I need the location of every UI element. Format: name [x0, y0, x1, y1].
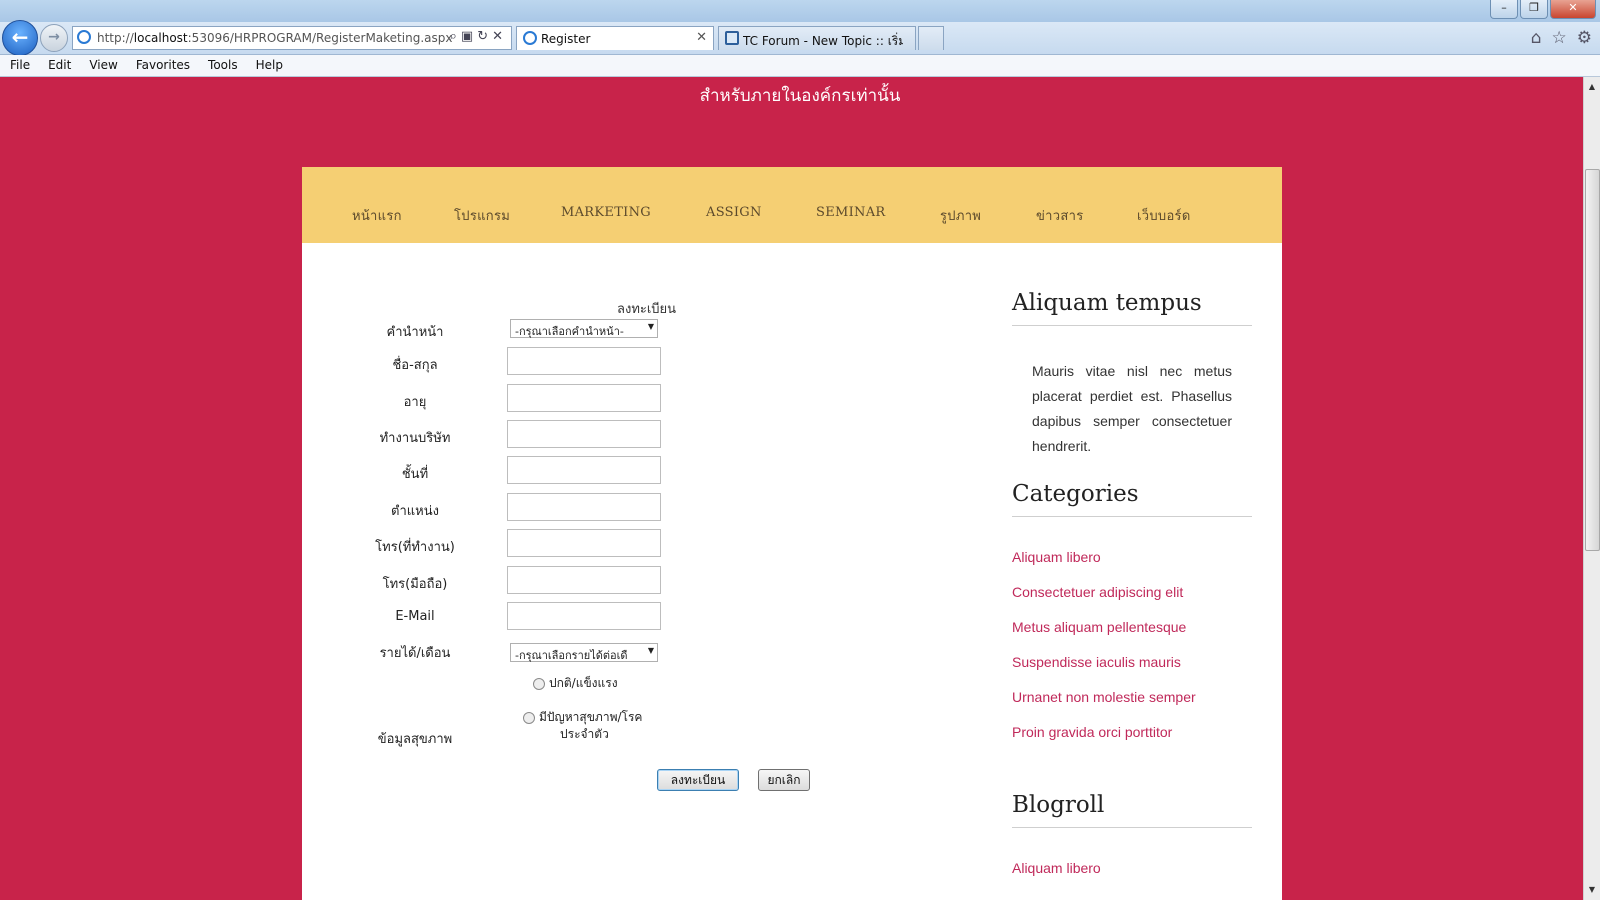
phone-mobile-label: โทร(มือถือ) [382, 577, 448, 592]
health-option-normal-label: ปกติ/แข็งแรง [549, 676, 618, 690]
floor-label: ชั้นที่ [401, 467, 429, 482]
web-page: สำหรับภายในองค์กรเท่านั้น หน้าแรก โปรแกร… [0, 77, 1584, 900]
menu-bar: File Edit View Favorites Tools Help [0, 55, 1600, 77]
scroll-up-arrow-icon[interactable]: ▲ [1584, 79, 1600, 95]
gear-icon[interactable]: ⚙ [1577, 28, 1592, 48]
restore-button[interactable]: ❐ [1520, 0, 1548, 19]
fullname-label: ชื่อ-สกุล [392, 358, 438, 373]
new-tab-button[interactable] [918, 26, 944, 50]
site-nav: หน้าแรก โปรแกรม MARKETING ASSIGN SEMINAR… [302, 167, 1282, 243]
radio-issue[interactable] [523, 711, 535, 724]
nav-seminar[interactable]: SEMINAR [816, 205, 886, 220]
category-link[interactable]: Proin gravida orci porttitor [1012, 724, 1172, 740]
page-slogan: สำหรับภายในองค์กรเท่านั้น [699, 86, 901, 106]
url-host: localhost [133, 31, 188, 45]
category-link[interactable]: Aliquam libero [1012, 549, 1101, 565]
search-icon[interactable]: ⌕ [450, 29, 461, 44]
blogroll-link[interactable]: Aliquam libero [1012, 860, 1101, 876]
nav-assign[interactable]: ASSIGN [706, 205, 762, 220]
position-label: ตำแหน่ง [391, 504, 439, 519]
nav-program[interactable]: โปรแกรม [454, 205, 510, 226]
scroll-down-arrow-icon[interactable]: ▼ [1584, 882, 1600, 898]
window-controls: – ❐ ✕ [1490, 0, 1596, 19]
menu-edit[interactable]: Edit [38, 55, 79, 72]
health-option-issue-label: มีปัญหาสุขภาพ/โรค [539, 710, 643, 724]
health-option-issue-line2: ประจำตัว [560, 727, 609, 741]
health-label: ข้อมูลสุขภาพ [377, 732, 453, 747]
health-option-normal[interactable]: ปกติ/แข็งแรง [533, 674, 618, 693]
menu-help[interactable]: Help [246, 55, 291, 72]
url-path: :53096/HRPROGRAM/RegisterMaketing.aspx [187, 31, 453, 45]
form-title: ลงทะเบียน [617, 302, 677, 317]
prefix-label: คำนำหน้า [386, 325, 444, 340]
tab-label: TC Forum - New Topic :: เริ่มก... [743, 34, 903, 48]
stop-icon[interactable]: ✕ [492, 29, 507, 44]
favorites-star-icon[interactable]: ☆ [1552, 28, 1567, 48]
address-tools: ⌕▣↻✕ [450, 29, 507, 44]
floor-field[interactable] [507, 456, 661, 484]
content-wrapper: หน้าแรก โปรแกรม MARKETING ASSIGN SEMINAR… [302, 167, 1282, 900]
age-field[interactable] [507, 384, 661, 412]
company-label: ทำงานบริษัท [379, 431, 451, 446]
nav-webboard[interactable]: เว็บบอร์ด [1137, 205, 1191, 226]
address-url: http://localhost:53096/HRPROGRAM/Registe… [97, 31, 452, 45]
income-label: รายได้/เดือน [379, 646, 451, 661]
close-tab-icon[interactable]: ✕ [696, 30, 707, 45]
nav-photos[interactable]: รูปภาพ [940, 205, 981, 226]
nav-home[interactable]: หน้าแรก [352, 205, 402, 226]
position-field[interactable] [507, 493, 661, 521]
refresh-icon[interactable]: ↻ [477, 29, 492, 44]
radio-normal[interactable] [533, 677, 545, 690]
scroll-thumb[interactable] [1585, 169, 1600, 551]
sidebar-heading-categories: Categories [1012, 481, 1252, 517]
menu-file[interactable]: File [0, 55, 38, 72]
category-link[interactable]: Metus aliquam pellentesque [1012, 619, 1186, 635]
url-protocol: http:// [97, 31, 134, 45]
fullname-field[interactable] [507, 347, 661, 375]
ie-tab-icon [523, 31, 537, 45]
chevron-down-icon: ▼ [647, 646, 654, 655]
cancel-button[interactable]: ยกเลิก [758, 769, 810, 791]
register-button[interactable]: ลงทะเบียน [657, 769, 739, 791]
tab-forum[interactable]: TC Forum - New Topic :: เริ่มก... [718, 26, 916, 50]
category-link[interactable]: Consectetuer adipiscing elit [1012, 584, 1183, 600]
chevron-down-icon: ▼ [647, 322, 654, 331]
back-button[interactable]: ← [2, 20, 38, 56]
menu-favorites[interactable]: Favorites [126, 55, 198, 72]
vertical-scrollbar[interactable]: ▲ ▼ [1583, 77, 1600, 900]
window-titlebar: – ❐ ✕ [0, 0, 1600, 22]
menu-view[interactable]: View [79, 55, 125, 72]
nav-news[interactable]: ข่าวสาร [1036, 205, 1084, 226]
prefix-select-value: -กรุณาเลือกคำนำหน้า- [515, 325, 624, 338]
browser-right-icons: ⌂ ☆ ⚙ [1531, 28, 1592, 48]
address-bar[interactable]: http://localhost:53096/HRPROGRAM/Registe… [72, 26, 512, 50]
phone-work-field[interactable] [507, 529, 661, 557]
phone-mobile-field[interactable] [507, 566, 661, 594]
company-field[interactable] [507, 420, 661, 448]
close-window-button[interactable]: ✕ [1550, 0, 1596, 19]
menu-tools[interactable]: Tools [198, 55, 246, 72]
age-label: อายุ [403, 395, 427, 410]
category-link[interactable]: Suspendisse iaculis mauris [1012, 654, 1181, 670]
income-select[interactable]: -กรุณาเลือกรายได้ต่อเดื ▼ [510, 643, 658, 662]
tab-register[interactable]: Register ✕ [516, 26, 714, 50]
sidebar-heading-blogroll: Blogroll [1012, 792, 1252, 828]
home-icon[interactable]: ⌂ [1531, 28, 1542, 48]
sidebar-heading-aliquam: Aliquam tempus [1012, 290, 1252, 326]
email-field[interactable] [507, 602, 661, 630]
tab-label: Register [541, 32, 591, 46]
prefix-select[interactable]: -กรุณาเลือกคำนำหน้า- ▼ [510, 319, 658, 338]
sidebar-paragraph: Mauris vitae nisl nec metus placerat per… [1032, 363, 1232, 454]
forward-button[interactable]: → [40, 24, 68, 52]
category-link[interactable]: Urnanet non molestie semper [1012, 689, 1196, 705]
minimize-button[interactable]: – [1490, 0, 1518, 19]
ie-page-icon [77, 30, 91, 44]
income-select-value: -กรุณาเลือกรายได้ต่อเดื [515, 649, 628, 662]
phone-work-label: โทร(ที่ทำงาน) [375, 540, 455, 555]
forum-tab-icon [725, 31, 739, 45]
nav-marketing[interactable]: MARKETING [561, 205, 651, 220]
email-label: E-Mail [395, 609, 435, 624]
compat-view-icon[interactable]: ▣ [461, 29, 477, 44]
